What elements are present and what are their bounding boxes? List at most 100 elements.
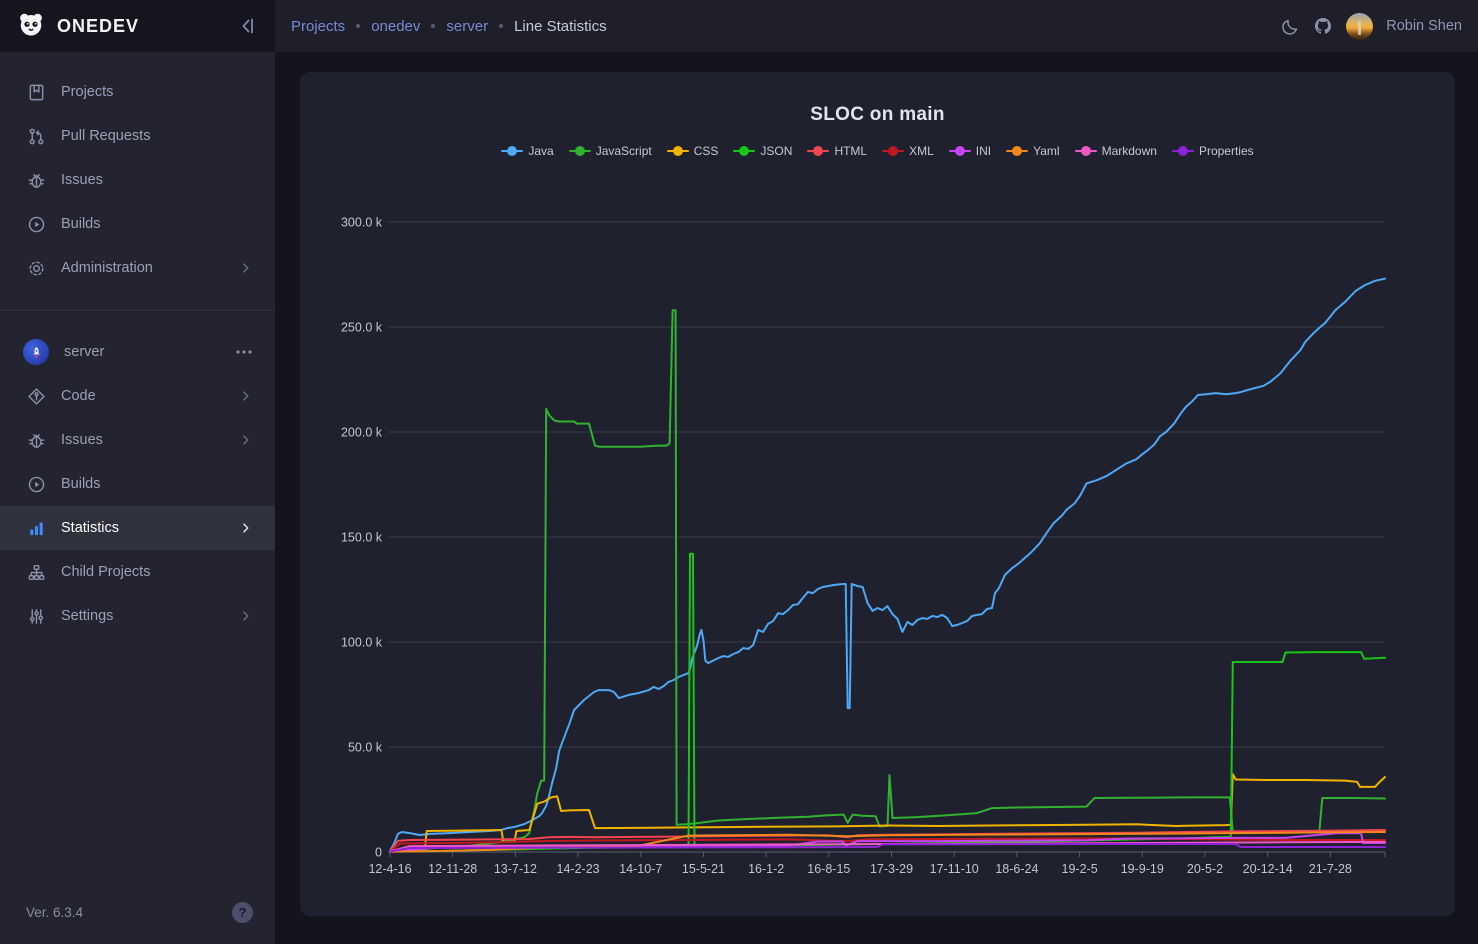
breadcrumb-separator xyxy=(356,24,360,28)
svg-text:14-10-7: 14-10-7 xyxy=(619,862,662,876)
line-statistics-card: 050.0 k100.0 k150.0 k200.0 k250.0 k300.0… xyxy=(300,72,1455,916)
legend-item-ini[interactable]: INI xyxy=(949,144,991,158)
sidebar: ONEDEV Projects Pull Requests Issues Builds… xyxy=(0,0,275,944)
user-avatar[interactable] xyxy=(1346,13,1373,40)
legend-item-properties[interactable]: Properties xyxy=(1172,144,1254,158)
legend-marker xyxy=(1006,150,1028,152)
series-line-javascript xyxy=(390,310,1385,851)
play-circle-icon xyxy=(26,474,46,494)
svg-text:17-3-29: 17-3-29 xyxy=(870,862,913,876)
dark-mode-moon-icon[interactable] xyxy=(1281,17,1300,36)
svg-text:250.0 k: 250.0 k xyxy=(341,321,383,335)
svg-text:13-7-12: 13-7-12 xyxy=(494,862,537,876)
chart-legend: Java JavaScript CSS JSON HTML XML INI Yaml Markd… xyxy=(300,144,1455,158)
sidebar-item-administration[interactable]: Administration xyxy=(0,246,275,290)
sidebar-item-builds[interactable]: Builds xyxy=(0,202,275,246)
breadcrumb-projects[interactable]: Projects xyxy=(291,18,345,35)
sidebar-item-builds-label: Builds xyxy=(61,216,253,232)
legend-item-markdown[interactable]: Markdown xyxy=(1075,144,1157,158)
legend-item-html[interactable]: HTML xyxy=(807,144,867,158)
legend-item-css[interactable]: CSS xyxy=(667,144,719,158)
svg-text:12-4-16: 12-4-16 xyxy=(368,862,411,876)
sidebar-item-pull-requests-label: Pull Requests xyxy=(61,128,253,144)
svg-text:200.0 k: 200.0 k xyxy=(341,426,383,440)
breadcrumb: Projects onedev server Line Statistics xyxy=(291,18,607,35)
github-icon[interactable] xyxy=(1313,16,1333,36)
gear-icon xyxy=(26,258,46,278)
legend-item-xml[interactable]: XML xyxy=(882,144,934,158)
breadcrumb-onedev[interactable]: onedev xyxy=(371,18,420,35)
breadcrumb-server[interactable]: server xyxy=(446,18,488,35)
chevron-right-icon xyxy=(239,389,253,403)
topbar-actions: Robin Shen xyxy=(1281,13,1462,40)
legend-label: JSON xyxy=(760,144,792,158)
chevron-right-icon xyxy=(239,433,253,447)
legend-marker xyxy=(733,150,755,152)
legend-label: CSS xyxy=(694,144,719,158)
sidebar-item-code-label: Code xyxy=(61,388,224,404)
legend-item-java[interactable]: Java xyxy=(501,144,553,158)
sidebar-item-pull-requests[interactable]: Pull Requests xyxy=(0,114,275,158)
breadcrumb-separator xyxy=(431,24,435,28)
legend-item-yaml[interactable]: Yaml xyxy=(1006,144,1059,158)
sidebar-item-server[interactable]: server xyxy=(0,330,275,374)
legend-marker xyxy=(882,150,904,152)
svg-text:300.0 k: 300.0 k xyxy=(341,216,383,230)
main-area: Projects onedev server Line Statistics xyxy=(275,0,1478,944)
content: 050.0 k100.0 k150.0 k200.0 k250.0 k300.0… xyxy=(275,52,1478,944)
sidebar-item-projects[interactable]: Projects xyxy=(0,70,275,114)
sidebar-item-builds[interactable]: Builds xyxy=(0,462,275,506)
legend-label: Java xyxy=(528,144,553,158)
svg-text:12-11-28: 12-11-28 xyxy=(428,862,477,876)
sidebar-item-statistics-label: Statistics xyxy=(61,520,224,536)
chevron-right-icon xyxy=(239,521,253,535)
sidebar-item-issues[interactable]: Issues xyxy=(0,158,275,202)
sidebar-item-settings[interactable]: Settings xyxy=(0,594,275,638)
svg-text:0: 0 xyxy=(375,846,382,860)
ellipsis-menu-icon[interactable] xyxy=(235,349,253,355)
projects-icon xyxy=(26,82,46,102)
sidebar-item-issues-label: Issues xyxy=(61,432,224,448)
sidebar-item-builds-label: Builds xyxy=(61,476,253,492)
svg-text:20-12-14: 20-12-14 xyxy=(1243,862,1293,876)
sidebar-item-child-projects-label: Child Projects xyxy=(61,564,253,580)
legend-item-javascript[interactable]: JavaScript xyxy=(569,144,652,158)
svg-text:19-9-19: 19-9-19 xyxy=(1121,862,1164,876)
legend-label: XML xyxy=(909,144,934,158)
series-line-java xyxy=(390,279,1385,851)
sidebar-project-section: server Code Issues Builds Statistics Child Pr… xyxy=(0,310,275,880)
svg-text:150.0 k: 150.0 k xyxy=(341,531,383,545)
legend-label: Yaml xyxy=(1033,144,1059,158)
sidebar-item-administration-label: Administration xyxy=(61,260,224,276)
legend-label: HTML xyxy=(834,144,867,158)
collapse-sidebar-icon[interactable] xyxy=(237,16,257,36)
svg-text:21-7-28: 21-7-28 xyxy=(1309,862,1352,876)
breadcrumb-separator xyxy=(499,24,503,28)
help-icon[interactable]: ? xyxy=(232,902,253,923)
sidebar-item-server-label: server xyxy=(64,344,220,360)
sidebar-item-statistics[interactable]: Statistics xyxy=(0,506,275,550)
version-label: Ver. 6.3.4 xyxy=(26,905,232,920)
sidebar-item-code[interactable]: Code xyxy=(0,374,275,418)
legend-label: INI xyxy=(976,144,991,158)
svg-text:15-5-21: 15-5-21 xyxy=(682,862,725,876)
topbar: Projects onedev server Line Statistics xyxy=(275,0,1478,52)
legend-marker xyxy=(807,150,829,152)
sidebar-main-section: Projects Pull Requests Issues Builds Adminis… xyxy=(0,52,275,304)
sloc-line-chart: 050.0 k100.0 k150.0 k200.0 k250.0 k300.0… xyxy=(300,72,1455,916)
sidebar-item-issues[interactable]: Issues xyxy=(0,418,275,462)
legend-marker xyxy=(1172,150,1194,152)
legend-item-json[interactable]: JSON xyxy=(733,144,792,158)
sidebar-item-projects-label: Projects xyxy=(61,84,253,100)
legend-marker xyxy=(569,150,591,152)
rocket-avatar xyxy=(23,339,49,365)
bug-icon xyxy=(26,430,46,450)
chart-title: SLOC on main xyxy=(300,104,1455,126)
play-circle-icon xyxy=(26,214,46,234)
svg-text:16-1-2: 16-1-2 xyxy=(748,862,784,876)
svg-text:19-2-5: 19-2-5 xyxy=(1062,862,1098,876)
onedev-logo-icon xyxy=(16,9,46,44)
brand-title: ONEDEV xyxy=(57,16,237,37)
legend-label: Properties xyxy=(1199,144,1254,158)
sidebar-item-child-projects[interactable]: Child Projects xyxy=(0,550,275,594)
